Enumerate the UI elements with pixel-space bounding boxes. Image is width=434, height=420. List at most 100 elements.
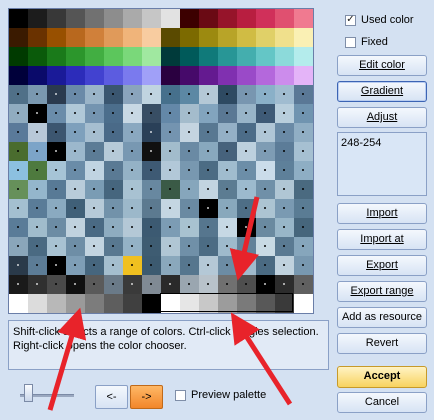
palette-cell[interactable] <box>218 104 237 123</box>
palette-cell[interactable] <box>104 161 123 180</box>
palette-cell[interactable] <box>218 275 237 294</box>
palette-cell[interactable] <box>9 161 28 180</box>
palette-cell[interactable] <box>294 104 313 123</box>
palette-cell[interactable] <box>237 142 256 161</box>
palette-cell[interactable] <box>256 123 275 142</box>
palette-cell[interactable] <box>256 237 275 256</box>
palette-cell[interactable] <box>123 66 142 85</box>
palette-cell[interactable] <box>66 66 85 85</box>
palette-cell[interactable] <box>294 28 313 47</box>
palette-cell[interactable] <box>218 294 237 313</box>
palette-cell[interactable] <box>237 218 256 237</box>
palette-cell[interactable] <box>256 9 275 28</box>
palette-cell[interactable] <box>256 161 275 180</box>
palette-cell[interactable] <box>104 123 123 142</box>
palette-cell[interactable] <box>180 9 199 28</box>
palette-cell[interactable] <box>142 66 161 85</box>
palette-cell[interactable] <box>256 85 275 104</box>
palette-cell[interactable] <box>161 66 180 85</box>
palette-cell[interactable] <box>237 47 256 66</box>
palette-cell[interactable] <box>180 85 199 104</box>
export-range-button[interactable]: Export range <box>337 281 427 302</box>
palette-cell[interactable] <box>142 47 161 66</box>
palette-cell[interactable] <box>47 142 66 161</box>
palette-cell[interactable] <box>9 85 28 104</box>
palette-cell[interactable] <box>28 275 47 294</box>
palette-cell[interactable] <box>275 161 294 180</box>
palette-cell[interactable] <box>104 275 123 294</box>
palette-cell[interactable] <box>294 142 313 161</box>
palette-cell[interactable] <box>123 161 142 180</box>
palette-cell[interactable] <box>123 28 142 47</box>
palette-cell[interactable] <box>9 256 28 275</box>
palette-cell[interactable] <box>237 28 256 47</box>
palette-cell[interactable] <box>237 237 256 256</box>
palette-cell[interactable] <box>294 199 313 218</box>
palette-cell[interactable] <box>47 180 66 199</box>
gradient-button[interactable]: Gradient <box>337 81 427 102</box>
palette-cell[interactable] <box>85 218 104 237</box>
palette-cell[interactable] <box>161 218 180 237</box>
palette-cell[interactable] <box>161 104 180 123</box>
palette-cell[interactable] <box>180 161 199 180</box>
palette-cell[interactable] <box>161 180 180 199</box>
palette-cell[interactable] <box>218 237 237 256</box>
palette-cell[interactable] <box>142 104 161 123</box>
palette-cell[interactable] <box>275 294 294 313</box>
palette-cell[interactable] <box>161 47 180 66</box>
palette-cell[interactable] <box>256 104 275 123</box>
palette-cell[interactable] <box>161 256 180 275</box>
palette-cell[interactable] <box>85 199 104 218</box>
palette-cell[interactable] <box>85 161 104 180</box>
palette-cell[interactable] <box>180 256 199 275</box>
palette-cell[interactable] <box>28 28 47 47</box>
palette-cell[interactable] <box>47 104 66 123</box>
palette-cell[interactable] <box>199 294 218 313</box>
palette-cell[interactable] <box>28 66 47 85</box>
palette-cell[interactable] <box>28 142 47 161</box>
palette-cell[interactable] <box>85 9 104 28</box>
cancel-button[interactable]: Cancel <box>337 392 427 413</box>
palette-cell[interactable] <box>199 66 218 85</box>
palette-cell[interactable] <box>180 275 199 294</box>
palette-cell[interactable] <box>66 237 85 256</box>
palette-cell[interactable] <box>123 142 142 161</box>
palette-cell[interactable] <box>85 237 104 256</box>
palette-cell[interactable] <box>180 66 199 85</box>
import-at-button[interactable]: Import at <box>337 229 427 250</box>
palette-cell[interactable] <box>218 85 237 104</box>
palette-cell[interactable] <box>66 161 85 180</box>
palette-cell[interactable] <box>237 256 256 275</box>
palette-cell[interactable] <box>275 142 294 161</box>
palette-cell[interactable] <box>161 199 180 218</box>
accept-button[interactable]: Accept <box>337 366 427 388</box>
palette-cell[interactable] <box>85 142 104 161</box>
palette-cell[interactable] <box>123 218 142 237</box>
palette-cell[interactable] <box>47 28 66 47</box>
palette-cell[interactable] <box>275 85 294 104</box>
palette-cell[interactable] <box>142 294 161 313</box>
palette-cell[interactable] <box>275 237 294 256</box>
palette-cell[interactable] <box>180 237 199 256</box>
palette-cell[interactable] <box>237 85 256 104</box>
palette-cell[interactable] <box>142 142 161 161</box>
palette-cell[interactable] <box>199 180 218 199</box>
palette-cell[interactable] <box>47 9 66 28</box>
palette-cell[interactable] <box>199 237 218 256</box>
palette-cell[interactable] <box>104 66 123 85</box>
palette-cell[interactable] <box>28 256 47 275</box>
palette-cell[interactable] <box>256 218 275 237</box>
palette-cell[interactable] <box>66 199 85 218</box>
palette-cell[interactable] <box>199 199 218 218</box>
palette-cell[interactable] <box>66 218 85 237</box>
palette-cell[interactable] <box>237 66 256 85</box>
palette-cell[interactable] <box>104 28 123 47</box>
palette-cell[interactable] <box>66 47 85 66</box>
palette-cell[interactable] <box>85 180 104 199</box>
palette-cell[interactable] <box>47 47 66 66</box>
palette-cell[interactable] <box>218 180 237 199</box>
palette-cell[interactable] <box>104 256 123 275</box>
palette-cell[interactable] <box>104 47 123 66</box>
palette-cell[interactable] <box>294 256 313 275</box>
palette-cell[interactable] <box>104 104 123 123</box>
